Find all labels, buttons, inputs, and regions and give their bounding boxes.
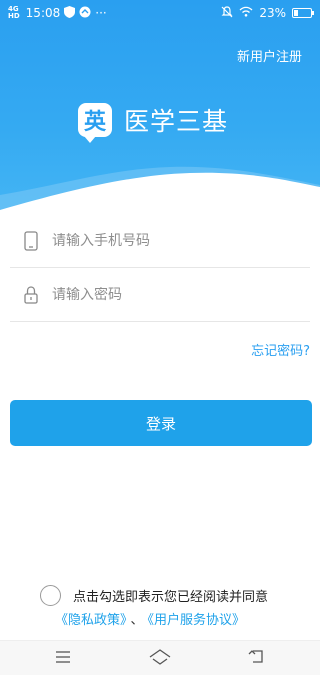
lock-icon bbox=[18, 285, 44, 304]
clock: 15:08 bbox=[25, 6, 61, 20]
password-input[interactable] bbox=[52, 286, 292, 303]
mute-icon bbox=[221, 5, 233, 21]
brand-name: 医学三基 bbox=[124, 107, 229, 136]
phone-input[interactable] bbox=[52, 232, 292, 249]
privacy-policy-link[interactable]: 《隐私政策》 bbox=[55, 613, 127, 628]
home-icon[interactable] bbox=[149, 649, 171, 669]
policy-separator: 、 bbox=[130, 613, 144, 628]
agreement-checkbox[interactable] bbox=[40, 585, 61, 606]
wifi-icon bbox=[239, 6, 253, 20]
brand-logo: 英 bbox=[78, 103, 112, 143]
policy-links: 《隐私政策》、《用户服务协议》 bbox=[55, 609, 245, 628]
forgot-password-link[interactable]: 忘记密码? bbox=[251, 340, 310, 359]
agreement-row: 点击勾选即表示您已经阅读并同意 bbox=[40, 585, 268, 606]
service-agreement-link[interactable]: 《用户服务协议》 bbox=[148, 613, 246, 628]
back-icon[interactable] bbox=[248, 649, 264, 668]
login-button[interactable]: 登录 bbox=[10, 400, 312, 446]
status-bar: 4G HD 15:08 ··· 23% bbox=[0, 0, 320, 26]
network-indicator: 4G HD bbox=[8, 5, 20, 20]
battery-fill bbox=[294, 10, 299, 16]
register-link[interactable]: 新用户注册 bbox=[237, 46, 302, 65]
menu-icon[interactable] bbox=[55, 649, 71, 668]
agreement-text: 点击勾选即表示您已经阅读并同意 bbox=[73, 590, 269, 605]
shield-icon bbox=[64, 5, 76, 21]
system-nav-bar bbox=[0, 640, 320, 675]
phone-icon bbox=[18, 230, 44, 251]
brand: 英 医学三基 bbox=[78, 102, 229, 143]
phone-field bbox=[10, 214, 310, 268]
more-dots: ··· bbox=[95, 6, 107, 20]
notification-icon bbox=[79, 6, 91, 21]
battery-percent: 23% bbox=[259, 6, 286, 20]
header-wave bbox=[0, 166, 320, 215]
password-field bbox=[10, 268, 310, 322]
battery-icon bbox=[292, 8, 314, 18]
